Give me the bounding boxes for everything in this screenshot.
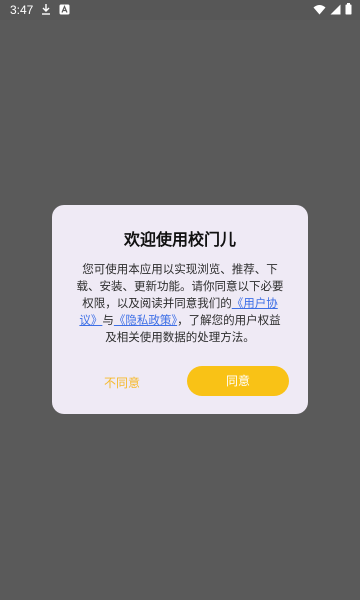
download-icon [41, 3, 51, 15]
status-right-icons [313, 3, 352, 15]
message-connector: 与 [102, 313, 114, 327]
dialog-title: 欢迎使用校门儿 [123, 230, 236, 249]
battery-icon [345, 3, 352, 15]
status-time: 3:47 [10, 3, 34, 17]
notification-a-icon [59, 4, 70, 15]
status-left-icons [41, 3, 70, 15]
privacy-policy-link[interactable]: 《隐私政策》 [114, 313, 177, 327]
agree-button[interactable]: 同意 [187, 366, 289, 396]
disagree-button[interactable]: 不同意 [84, 368, 160, 398]
signal-icon [330, 4, 341, 15]
dialog-message: 您可使用本应用以实现浏览、推荐、下载、安装、更新功能。请你同意以下必要权限，以及… [74, 261, 286, 346]
status-bar: 3:47 [0, 0, 360, 20]
privacy-consent-dialog: 欢迎使用校门儿 您可使用本应用以实现浏览、推荐、下载、安装、更新功能。请你同意以… [52, 205, 308, 414]
wifi-icon [313, 4, 326, 15]
